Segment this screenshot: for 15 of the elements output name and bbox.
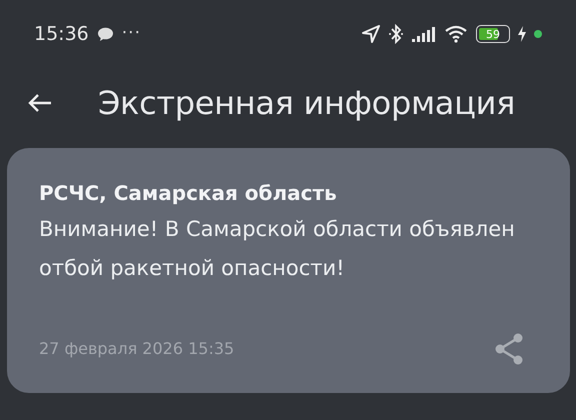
page-title: Экстренная информация (98, 83, 516, 124)
back-arrow-icon[interactable] (28, 93, 52, 113)
status-dot-icon (534, 30, 542, 38)
message-date: 27 февраля 2026 15:35 (39, 338, 234, 360)
message-text: Внимание! В Самарской области объявлен отбой ракетной опасности! (39, 216, 516, 282)
status-time: 15:36 (34, 22, 89, 47)
charging-bolt-icon (518, 26, 526, 42)
more-notifications-icon: ··· (122, 21, 141, 47)
wifi-icon (444, 25, 468, 43)
chat-bubble-icon (96, 26, 114, 42)
bluetooth-icon (388, 24, 404, 44)
share-icon[interactable] (494, 333, 524, 365)
message-sender: РСЧС, Самарская область (39, 180, 338, 207)
signal-icon (412, 26, 436, 42)
location-arrow-icon (362, 25, 380, 43)
